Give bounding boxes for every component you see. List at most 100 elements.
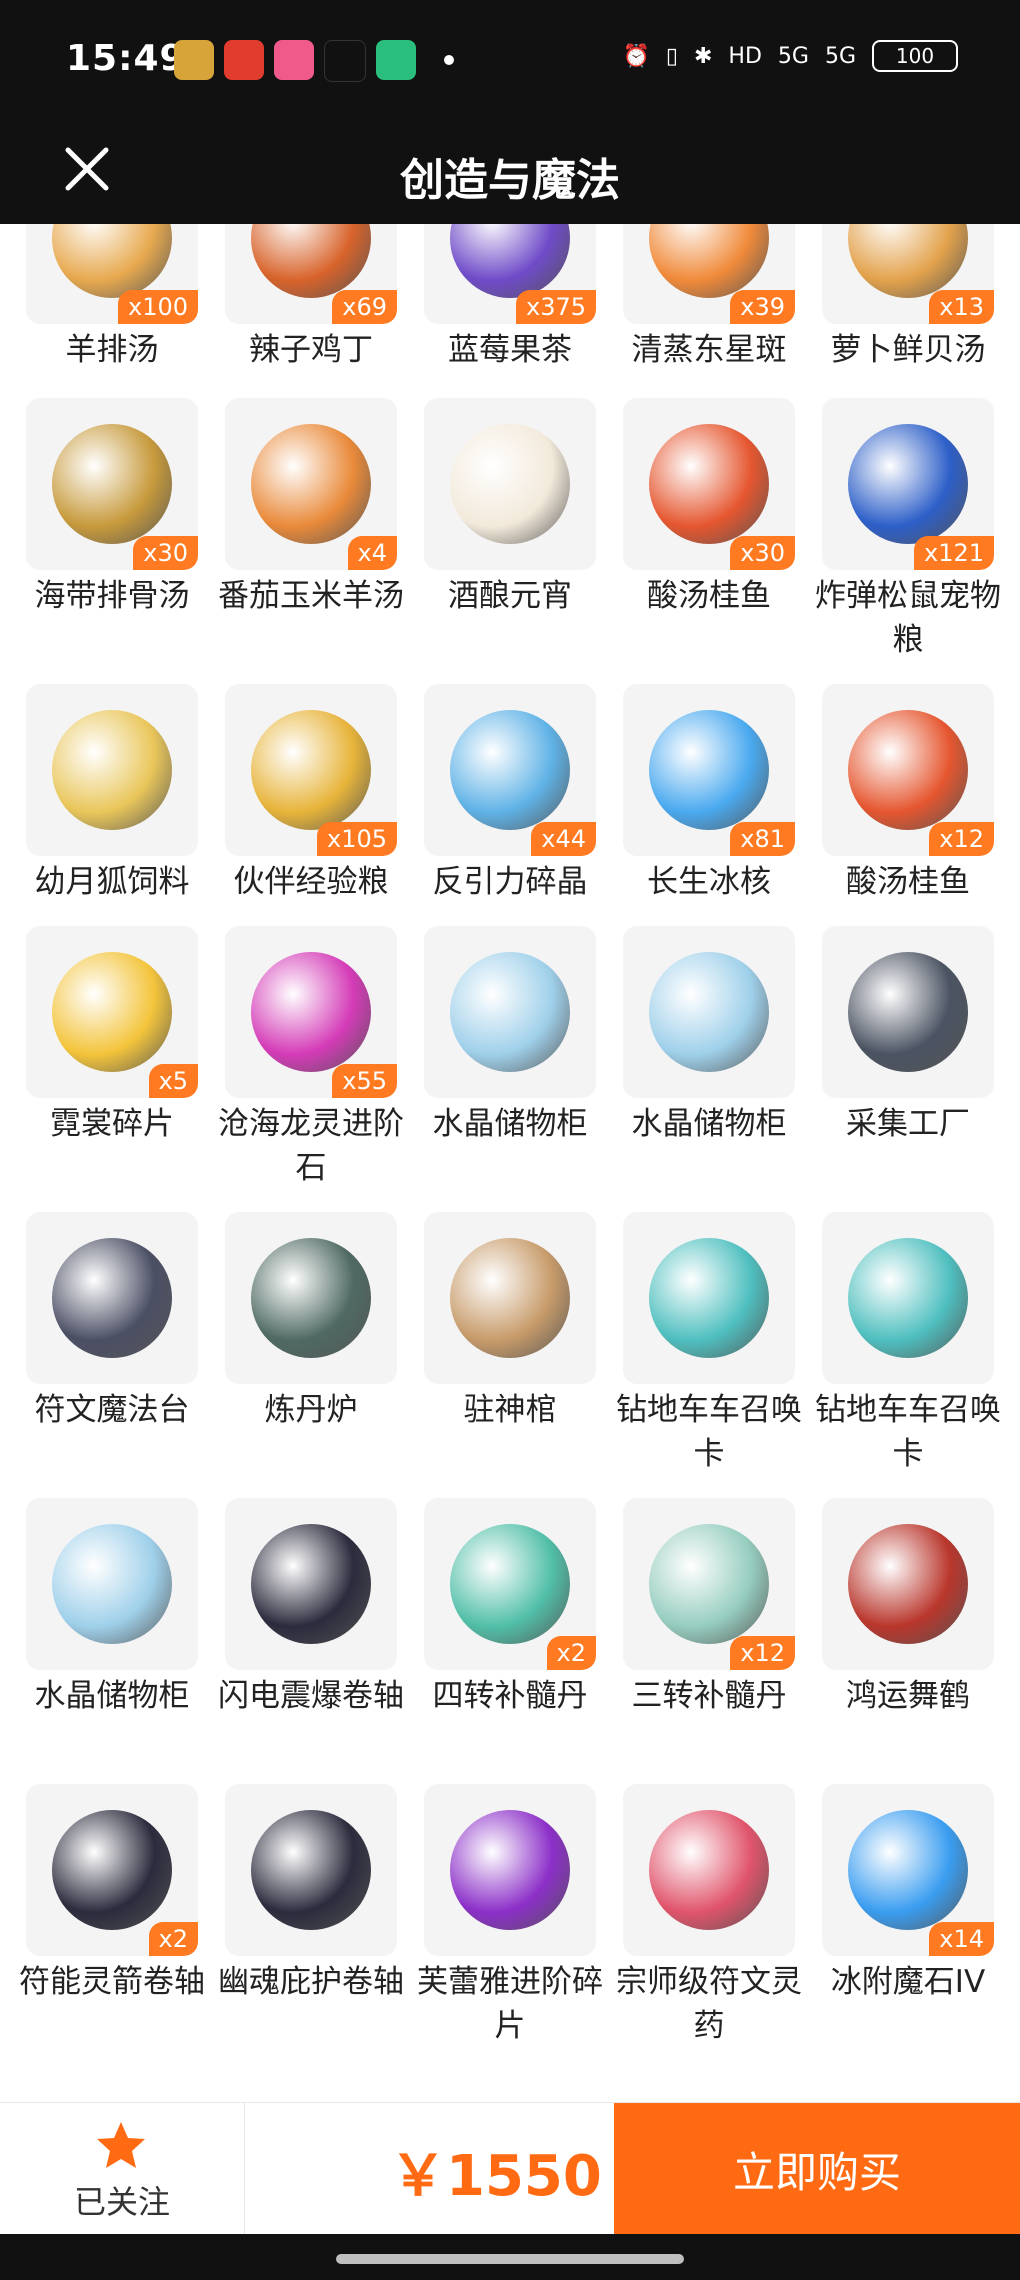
home-indicator[interactable]: [336, 2254, 684, 2264]
grid-item[interactable]: x14 冰附魔石IV: [822, 1784, 994, 2070]
signal-icon-2: 5G: [824, 43, 856, 69]
item-image-icon: [649, 1524, 769, 1644]
item-name: 钻地车车召唤卡: [815, 1392, 1001, 1472]
item-image-icon: [251, 952, 371, 1072]
grid-item[interactable]: x5 霓裳碎片: [26, 926, 198, 1212]
item-thumbnail: x100: [26, 224, 198, 324]
quantity-badge: x13: [929, 290, 994, 324]
grid-item[interactable]: 幽魂庇护卷轴: [218, 1784, 404, 2070]
grid-item[interactable]: x30 海带排骨汤: [26, 398, 198, 684]
grid-item[interactable]: 驻神棺: [424, 1212, 596, 1498]
grid-item[interactable]: 符文魔法台: [26, 1212, 198, 1498]
item-thumbnail: [424, 1212, 596, 1384]
grid-item[interactable]: x81 长生冰核: [623, 684, 795, 926]
system-nav-bar: [0, 2234, 1020, 2280]
item-thumbnail: [623, 926, 795, 1098]
item-thumbnail: x5: [26, 926, 198, 1098]
grid-item[interactable]: 采集工厂: [822, 926, 994, 1212]
quantity-badge: x12: [730, 1636, 795, 1670]
quantity-badge: x375: [515, 290, 596, 324]
item-name: 符能灵箭卷轴: [19, 1964, 205, 2000]
grid-item[interactable]: x12 酸汤桂鱼: [822, 684, 994, 926]
item-thumbnail: [225, 1784, 397, 1956]
item-name: 鸿运舞鹤: [846, 1678, 970, 1714]
item-image-icon: [848, 710, 968, 830]
item-image-icon: [649, 710, 769, 830]
item-name: 闪电震爆卷轴: [218, 1678, 404, 1714]
grid-item[interactable]: x375 蓝莓果茶: [424, 224, 596, 398]
grid-item[interactable]: 水晶储物柜: [623, 926, 795, 1212]
item-name: 水晶储物柜: [34, 1678, 190, 1714]
grid-item[interactable]: x100 羊排汤: [26, 224, 198, 398]
quantity-badge: x30: [730, 536, 795, 570]
battery-icon: 100: [872, 40, 958, 72]
item-name: 幼月狐饲料: [34, 864, 190, 900]
item-thumbnail: [225, 1212, 397, 1384]
bottom-bar: 已关注 ￥1550 立即购买: [0, 2102, 1020, 2235]
item-name: 冰附魔石IV: [830, 1964, 986, 2000]
buy-now-button[interactable]: 立即购买: [614, 2103, 1020, 2235]
grid-item[interactable]: x30 酸汤桂鱼: [623, 398, 795, 684]
grid-item[interactable]: 炼丹炉: [225, 1212, 397, 1498]
item-thumbnail: x81: [623, 684, 795, 856]
grid-item[interactable]: x13 萝卜鲜贝汤: [822, 224, 994, 398]
item-image-icon: [251, 1810, 371, 1930]
item-thumbnail: x39: [623, 224, 795, 324]
grid-item[interactable]: 水晶储物柜: [26, 1498, 198, 1784]
grid-item[interactable]: 幼月狐饲料: [26, 684, 198, 926]
item-image-icon: [649, 1238, 769, 1358]
item-image-icon: [52, 1238, 172, 1358]
grid-item[interactable]: x2 符能灵箭卷轴: [19, 1784, 205, 2070]
item-thumbnail: [424, 398, 596, 570]
item-name: 清蒸东星斑: [631, 332, 787, 368]
quantity-badge: x30: [133, 536, 198, 570]
grid-item[interactable]: 酒酿元宵: [424, 398, 596, 684]
status-time: 15:49: [66, 38, 186, 79]
item-name: 沧海龙灵进阶石: [218, 1106, 404, 1186]
item-image-icon: [52, 710, 172, 830]
item-name: 反引力碎晶: [432, 864, 588, 900]
item-name: 酸汤桂鱼: [846, 864, 970, 900]
item-thumbnail: x12: [822, 684, 994, 856]
grid-item[interactable]: 钻地车车召唤卡: [616, 1212, 802, 1498]
follow-button[interactable]: 已关注: [0, 2103, 245, 2235]
item-image-icon: [251, 1524, 371, 1644]
grid-item[interactable]: 水晶储物柜: [424, 926, 596, 1212]
grid-item[interactable]: 闪电震爆卷轴: [218, 1498, 404, 1784]
grid-item[interactable]: x44 反引力碎晶: [424, 684, 596, 926]
item-image-icon: [52, 224, 172, 298]
item-image-icon: [649, 424, 769, 544]
grid-item[interactable]: x2 四转补髓丹: [424, 1498, 596, 1784]
grid-item[interactable]: x55 沧海龙灵进阶石: [218, 926, 404, 1212]
item-thumbnail: [424, 1784, 596, 1956]
grid-item[interactable]: 芙蕾雅进阶碎片: [417, 1784, 603, 2070]
grid-item[interactable]: 鸿运舞鹤: [822, 1498, 994, 1784]
status-right: ⏰ ▯ ✱ HD 5G 5G 100: [622, 40, 958, 72]
star-icon: [97, 2122, 145, 2168]
grid-item[interactable]: x12 三转补髓丹: [623, 1498, 795, 1784]
quantity-badge: x12: [929, 822, 994, 856]
item-name: 宗师级符文灵药: [616, 1964, 802, 2044]
quantity-badge: x5: [148, 1064, 198, 1098]
item-image-icon: [450, 424, 570, 544]
grid-item[interactable]: x105 伙伴经验粮: [225, 684, 397, 926]
item-name: 符文魔法台: [34, 1392, 190, 1428]
grid-item[interactable]: x39 清蒸东星斑: [623, 224, 795, 398]
quantity-badge: x55: [332, 1064, 397, 1098]
quantity-badge: x69: [332, 290, 397, 324]
item-image-icon: [848, 424, 968, 544]
item-name: 炸弹松鼠宠物粮: [815, 578, 1001, 658]
item-image-icon: [848, 1238, 968, 1358]
item-thumbnail: x2: [424, 1498, 596, 1670]
grid-item[interactable]: 钻地车车召唤卡: [815, 1212, 1001, 1498]
quantity-badge: x44: [531, 822, 596, 856]
grid-item[interactable]: 宗师级符文灵药: [616, 1784, 802, 2070]
grid-item[interactable]: x4 番茄玉米羊汤: [218, 398, 404, 684]
vibrate-icon: ▯: [665, 43, 678, 69]
item-image-icon: [251, 710, 371, 830]
item-name: 水晶储物柜: [631, 1106, 787, 1142]
grid-item[interactable]: x69 辣子鸡丁: [225, 224, 397, 398]
quantity-badge: x105: [316, 822, 397, 856]
grid-item[interactable]: x121 炸弹松鼠宠物粮: [815, 398, 1001, 684]
item-image-icon: [52, 1810, 172, 1930]
